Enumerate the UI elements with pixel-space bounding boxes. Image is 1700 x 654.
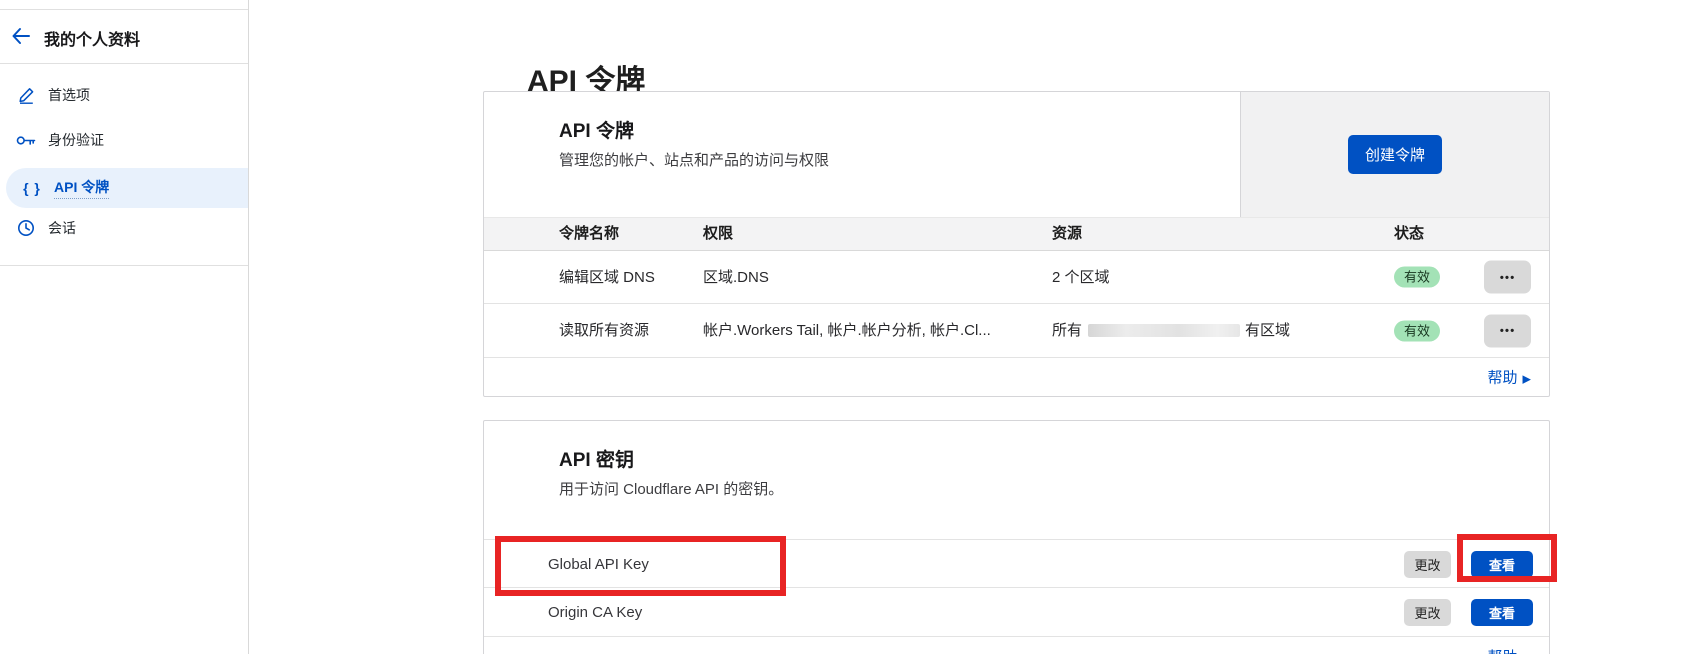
create-token-button[interactable]: 创建令牌 (1348, 135, 1442, 174)
sidebar-item-label: 身份验证 (48, 130, 104, 150)
pencil-icon (15, 87, 37, 104)
sidebar-divider (0, 265, 248, 266)
card-subtitle: 管理您的帐户、站点和产品的访问与权限 (559, 149, 829, 170)
token-permissions: 区域.DNS (703, 251, 769, 304)
token-permissions: 帐户.Workers Tail, 帐户.帐户分析, 帐户.Cl... (703, 304, 991, 358)
view-key-button[interactable]: 查看 (1471, 599, 1533, 626)
sidebar-item-label: 会话 (48, 218, 76, 238)
sidebar-item-label: API 令牌 (54, 177, 109, 199)
help-link[interactable]: 帮助▶ (1488, 646, 1531, 654)
token-resources: 2 个区域 (1052, 251, 1110, 304)
triangle-right-icon: ▶ (1523, 374, 1531, 386)
back-button[interactable] (8, 23, 34, 49)
api-keys-card: API 密钥 用于访问 Cloudflare API 的密钥。 Global A… (483, 420, 1550, 654)
token-table-header: 令牌名称 权限 资源 状态 (484, 217, 1549, 251)
arrow-left-icon (11, 27, 31, 45)
sidebar-header: 我的个人资料 (0, 20, 248, 52)
sidebar-title: 我的个人资料 (44, 26, 140, 50)
sidebar-item-api-tokens[interactable]: { } API 令牌 (6, 168, 248, 208)
token-resources: 所有有区域 (1052, 304, 1290, 358)
create-token-panel: 创建令牌 (1240, 92, 1549, 217)
more-actions-button[interactable]: ••• (1484, 314, 1531, 347)
card-title: API 令牌 (559, 116, 634, 143)
sidebar-item-preferences[interactable]: 首选项 (0, 78, 248, 112)
api-key-name: Global API Key (548, 540, 649, 589)
redacted-text-block (1088, 324, 1240, 337)
column-header-permissions: 权限 (703, 218, 733, 250)
column-header-token-name: 令牌名称 (559, 218, 619, 250)
token-name: 读取所有资源 (559, 304, 649, 358)
api-key-row-origin-ca: Origin CA Key 更改 查看 (484, 588, 1549, 637)
card-subtitle: 用于访问 Cloudflare API 的密钥。 (559, 478, 783, 499)
change-key-button[interactable]: 更改 (1404, 551, 1451, 578)
status-badge: 有效 (1394, 267, 1440, 288)
sidebar: 我的个人资料 首选项 身份验证 { } (0, 0, 249, 654)
table-row: 读取所有资源 帐户.Workers Tail, 帐户.帐户分析, 帐户.Cl..… (484, 304, 1549, 358)
ellipsis-icon: ••• (1500, 324, 1516, 338)
more-actions-button[interactable]: ••• (1484, 261, 1531, 294)
token-name: 编辑区域 DNS (559, 251, 655, 304)
status-badge: 有效 (1394, 320, 1440, 341)
api-key-name: Origin CA Key (548, 588, 642, 637)
column-header-status: 状态 (1394, 218, 1424, 250)
api-tokens-card: API 令牌 管理您的帐户、站点和产品的访问与权限 创建令牌 令牌名称 权限 资… (483, 91, 1550, 397)
sidebar-top-divider (0, 9, 248, 10)
profile-api-tokens-page: 我的个人资料 首选项 身份验证 { } (0, 0, 1700, 654)
ellipsis-icon: ••• (1500, 270, 1516, 284)
table-row: 编辑区域 DNS 区域.DNS 2 个区域 有效 ••• (484, 251, 1549, 304)
change-key-button[interactable]: 更改 (1404, 599, 1451, 626)
sidebar-item-authentication[interactable]: 身份验证 (0, 123, 248, 157)
api-key-row-global: Global API Key 更改 查看 (484, 539, 1549, 588)
view-key-button[interactable]: 查看 (1471, 551, 1533, 578)
sidebar-divider (0, 63, 248, 64)
braces-icon: { } (21, 180, 43, 196)
card-footer: 帮助▶ (484, 358, 1549, 396)
card-footer: 帮助▶ (484, 637, 1549, 654)
sidebar-item-label: 首选项 (48, 85, 90, 105)
sidebar-item-sessions[interactable]: 会话 (0, 211, 248, 245)
card-title: API 密钥 (559, 445, 634, 472)
key-icon (15, 134, 37, 147)
help-link[interactable]: 帮助▶ (1488, 367, 1531, 388)
column-header-resources: 资源 (1052, 218, 1082, 250)
clock-icon (15, 219, 37, 237)
